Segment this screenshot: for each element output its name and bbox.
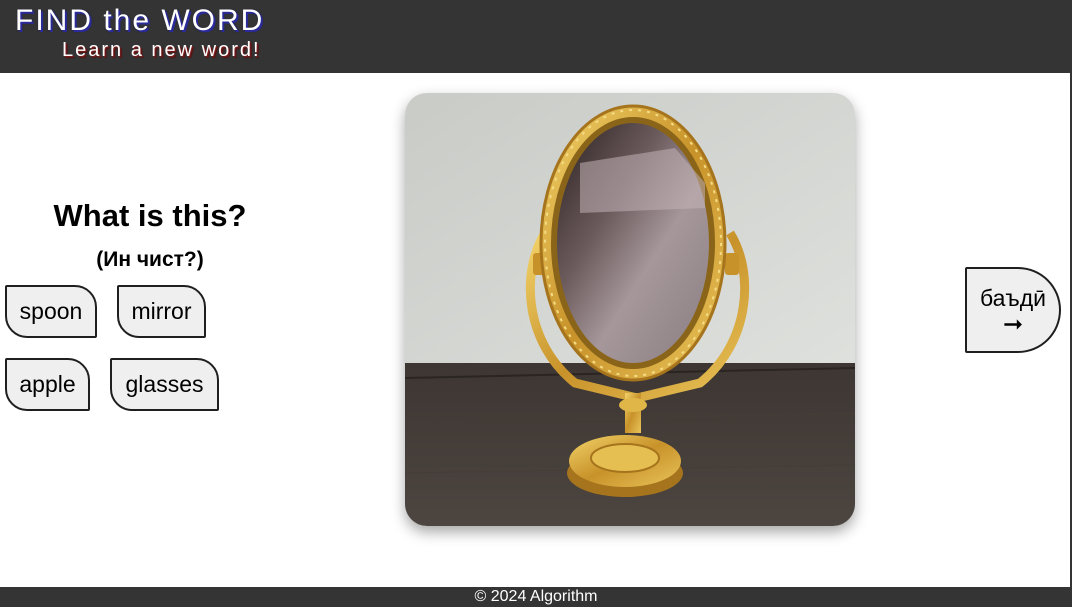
top-banner: FIND the WORD Learn a new word!	[0, 0, 1072, 73]
mirror-photo	[405, 93, 855, 526]
app-subtitle: Learn a new word!	[62, 39, 261, 61]
next-button[interactable]: баъдӣ ➞	[965, 267, 1061, 353]
app-title: FIND the WORD	[15, 4, 265, 37]
arrow-right-icon: ➞	[1002, 310, 1024, 338]
copyright-text: © 2024 Algorithm	[474, 588, 598, 605]
choice-button-spoon[interactable]: spoon	[5, 285, 97, 338]
question-translation: (Ин чист?)	[96, 248, 204, 271]
quiz-image	[405, 93, 855, 526]
question-heading: What is this?	[53, 198, 247, 233]
choice-button-glasses[interactable]: glasses	[110, 358, 219, 411]
footer: © 2024 Algorithm	[0, 587, 1072, 607]
choice-button-apple[interactable]: apple	[5, 358, 90, 411]
next-button-label: баъдӣ	[979, 284, 1047, 311]
choice-button-mirror[interactable]: mirror	[117, 285, 206, 338]
